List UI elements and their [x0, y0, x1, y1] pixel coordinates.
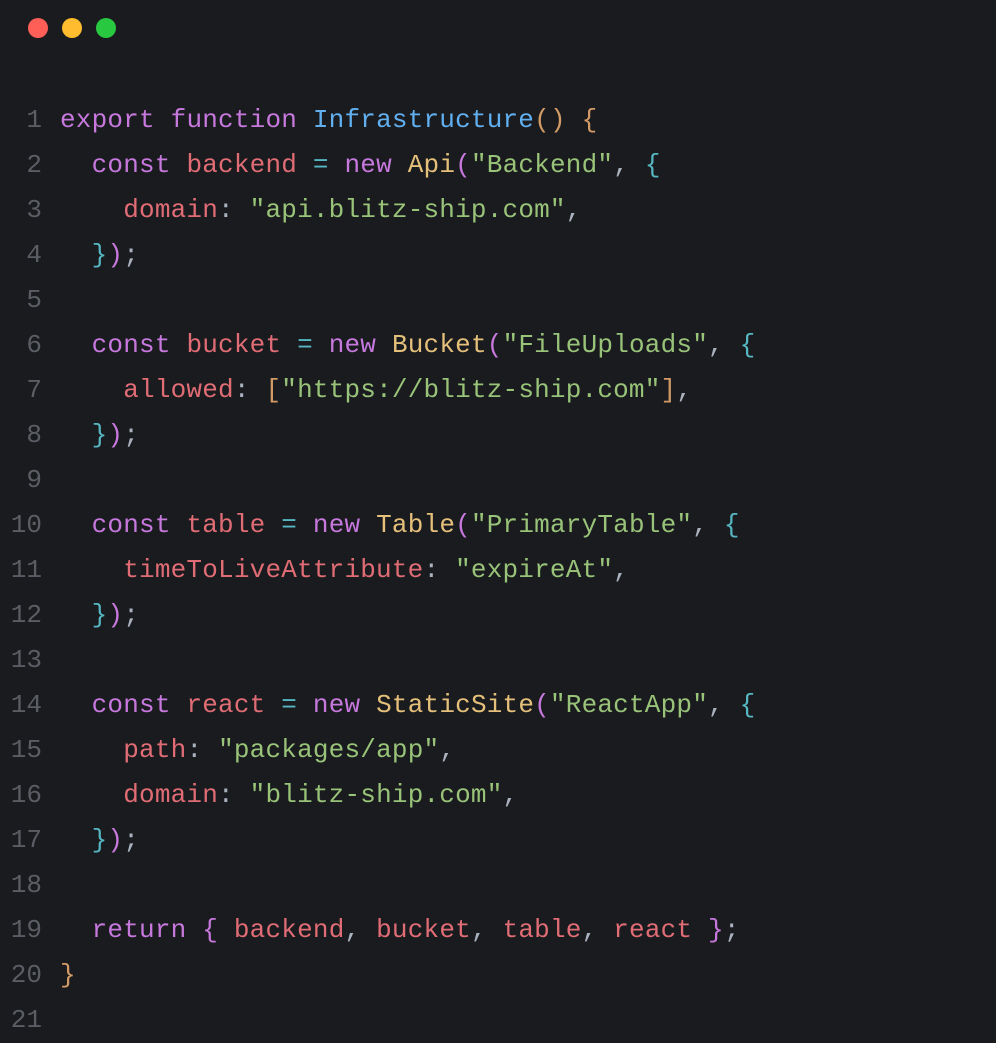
code-line: 10 const table = new Table("PrimaryTable…: [4, 503, 996, 548]
line-number: 20: [4, 953, 60, 998]
line-number: 1: [4, 98, 60, 143]
line-number: 10: [4, 503, 60, 548]
line-number: 16: [4, 773, 60, 818]
code-line: 19 return { backend, bucket, table, reac…: [4, 908, 996, 953]
code-content: }: [60, 953, 76, 998]
line-number: 2: [4, 143, 60, 188]
line-number: 9: [4, 458, 60, 503]
line-number: 18: [4, 863, 60, 908]
code-line: 15 path: "packages/app",: [4, 728, 996, 773]
line-number: 17: [4, 818, 60, 863]
line-number: 12: [4, 593, 60, 638]
line-number: 15: [4, 728, 60, 773]
line-number: 14: [4, 683, 60, 728]
code-line: 8 });: [4, 413, 996, 458]
code-line: 20 }: [4, 953, 996, 998]
code-line: 21: [4, 998, 996, 1043]
code-line: 4 });: [4, 233, 996, 278]
code-content: timeToLiveAttribute: "expireAt",: [60, 548, 629, 593]
code-content: domain: "api.blitz-ship.com",: [60, 188, 582, 233]
code-line: 18: [4, 863, 996, 908]
line-number: 4: [4, 233, 60, 278]
code-content: });: [60, 593, 139, 638]
editor-window: 1 export function Infrastructure() { 2 c…: [0, 0, 996, 1042]
code-content: const table = new Table("PrimaryTable", …: [60, 503, 740, 548]
code-line: 5: [4, 278, 996, 323]
code-line: 11 timeToLiveAttribute: "expireAt",: [4, 548, 996, 593]
line-number: 5: [4, 278, 60, 323]
code-content: });: [60, 818, 139, 863]
code-line: 16 domain: "blitz-ship.com",: [4, 773, 996, 818]
close-icon[interactable]: [28, 18, 48, 38]
maximize-icon[interactable]: [96, 18, 116, 38]
code-line: 9: [4, 458, 996, 503]
code-line: 17 });: [4, 818, 996, 863]
code-content: path: "packages/app",: [60, 728, 455, 773]
code-content: domain: "blitz-ship.com",: [60, 773, 518, 818]
code-content: const react = new StaticSite("ReactApp",…: [60, 683, 755, 728]
window-titlebar: [0, 0, 996, 56]
line-number: 6: [4, 323, 60, 368]
line-number: 21: [4, 998, 60, 1043]
line-number: 7: [4, 368, 60, 413]
code-content: allowed: ["https://blitz-ship.com"],: [60, 368, 692, 413]
code-content: });: [60, 413, 139, 458]
code-line: 3 domain: "api.blitz-ship.com",: [4, 188, 996, 233]
line-number: 8: [4, 413, 60, 458]
line-number: 3: [4, 188, 60, 233]
minimize-icon[interactable]: [62, 18, 82, 38]
code-editor[interactable]: 1 export function Infrastructure() { 2 c…: [0, 56, 996, 1043]
code-line: 14 const react = new StaticSite("ReactAp…: [4, 683, 996, 728]
code-content: export function Infrastructure() {: [60, 98, 597, 143]
code-line: 12 });: [4, 593, 996, 638]
code-line: 7 allowed: ["https://blitz-ship.com"],: [4, 368, 996, 413]
line-number: 19: [4, 908, 60, 953]
line-number: 13: [4, 638, 60, 683]
code-line: 2 const backend = new Api("Backend", {: [4, 143, 996, 188]
code-line: 1 export function Infrastructure() {: [4, 98, 996, 143]
code-content: const backend = new Api("Backend", {: [60, 143, 661, 188]
code-line: 6 const bucket = new Bucket("FileUploads…: [4, 323, 996, 368]
line-number: 11: [4, 548, 60, 593]
code-content: const bucket = new Bucket("FileUploads",…: [60, 323, 755, 368]
code-content: });: [60, 233, 139, 278]
code-line: 13: [4, 638, 996, 683]
code-content: return { backend, bucket, table, react }…: [60, 908, 740, 953]
